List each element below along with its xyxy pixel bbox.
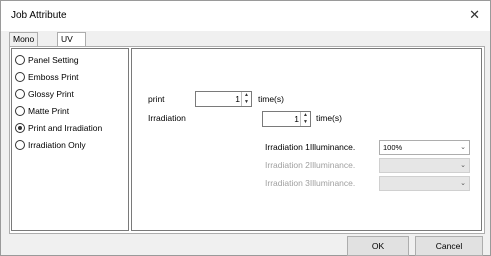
illuminance-1-label: Irradiation 1Illuminance. bbox=[265, 142, 356, 152]
illuminance-1-select[interactable]: 100% ⌄ bbox=[379, 140, 470, 155]
radio-icon bbox=[15, 140, 25, 150]
chevron-down-icon: ⌄ bbox=[460, 180, 466, 187]
radio-selected-icon bbox=[15, 123, 25, 133]
radio-label: Emboss Print bbox=[28, 72, 79, 82]
ok-button[interactable]: OK bbox=[347, 236, 409, 256]
cancel-button[interactable]: Cancel bbox=[415, 236, 483, 256]
title-bar: Job Attribute ✕ bbox=[1, 1, 490, 31]
irradiation-unit: time(s) bbox=[316, 113, 342, 123]
radio-matte-print[interactable]: Matte Print bbox=[15, 105, 69, 117]
tab-panel: Panel Setting Emboss Print Glossy Print … bbox=[9, 46, 485, 234]
irradiation-count-stepper[interactable]: 1 ▲ ▼ bbox=[262, 111, 311, 127]
radio-irradiation-only[interactable]: Irradiation Only bbox=[15, 139, 86, 151]
spin-arrows-icon[interactable]: ▲ ▼ bbox=[241, 92, 251, 106]
radio-panel-setting[interactable]: Panel Setting bbox=[15, 54, 79, 66]
settings-panel: print 1 ▲ ▼ time(s) Irradiation 1 ▲ ▼ time… bbox=[131, 48, 482, 231]
print-count-stepper[interactable]: 1 ▲ ▼ bbox=[195, 91, 252, 107]
irradiation-label: Irradiation bbox=[148, 113, 186, 123]
mode-list: Panel Setting Emboss Print Glossy Print … bbox=[11, 48, 129, 231]
illuminance-2-select[interactable]: ⌄ bbox=[379, 158, 470, 173]
dialog-title: Job Attribute bbox=[11, 10, 67, 21]
illuminance-1-value: 100% bbox=[383, 143, 403, 152]
radio-icon bbox=[15, 55, 25, 65]
tab-uv-mode[interactable]: UV Mode bbox=[57, 32, 87, 57]
chevron-down-icon: ⌄ bbox=[460, 162, 466, 169]
chevron-down-icon: ⌄ bbox=[460, 144, 466, 151]
print-count-value: 1 bbox=[235, 94, 240, 104]
radio-icon bbox=[15, 106, 25, 116]
illuminance-3-select[interactable]: ⌄ bbox=[379, 176, 470, 191]
spin-arrows-icon[interactable]: ▲ ▼ bbox=[300, 112, 310, 126]
radio-print-and-irradiation[interactable]: Print and Irradiation bbox=[15, 122, 102, 134]
radio-label: Matte Print bbox=[28, 106, 70, 116]
illuminance-3-label: Irradiation 3Illuminance. bbox=[265, 178, 356, 188]
print-unit: time(s) bbox=[258, 94, 284, 104]
radio-label: Irradiation Only bbox=[28, 140, 86, 150]
print-label: print bbox=[148, 94, 165, 104]
radio-icon bbox=[15, 72, 25, 82]
radio-label: Glossy Print bbox=[28, 89, 74, 99]
illuminance-2-label: Irradiation 2Illuminance. bbox=[265, 160, 356, 170]
tab-mono-color[interactable]: Mono Color bbox=[9, 32, 39, 57]
radio-label: Print and Irradiation bbox=[28, 123, 103, 133]
job-attribute-dialog: Job Attribute ✕ Mono Color UV Mode Panel… bbox=[0, 0, 491, 256]
radio-emboss-print[interactable]: Emboss Print bbox=[15, 71, 79, 83]
close-icon[interactable]: ✕ bbox=[469, 7, 480, 23]
radio-glossy-print[interactable]: Glossy Print bbox=[15, 88, 74, 100]
radio-icon bbox=[15, 89, 25, 99]
radio-label: Panel Setting bbox=[28, 55, 79, 65]
irradiation-count-value: 1 bbox=[294, 114, 299, 124]
